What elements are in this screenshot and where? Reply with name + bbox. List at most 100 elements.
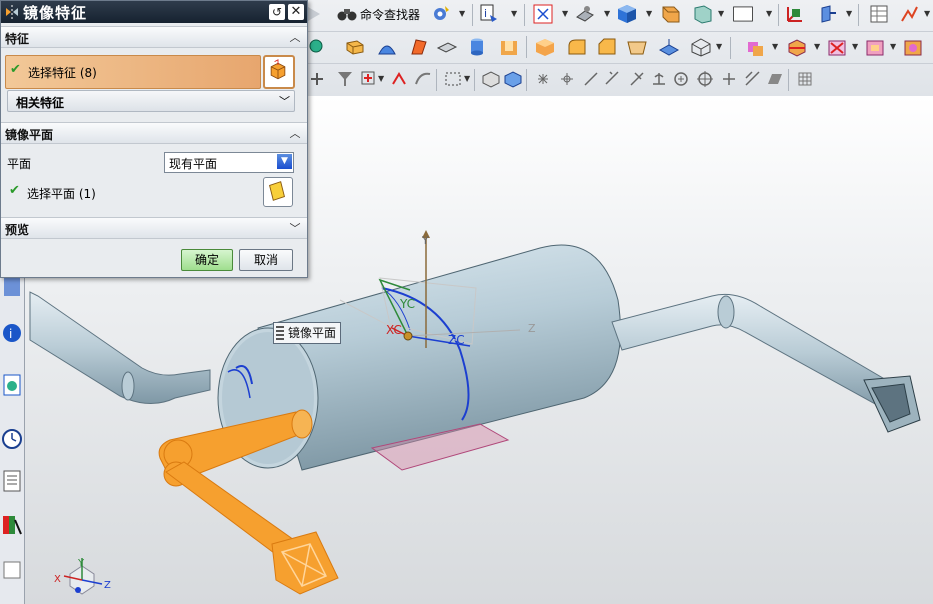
chevron-down-icon[interactable]: ▼ — [924, 3, 930, 25]
emboss-icon[interactable] — [864, 36, 886, 58]
chevron-down-icon[interactable]: ﹀ — [288, 220, 302, 235]
shell-icon[interactable] — [498, 36, 520, 58]
block-icon[interactable] — [534, 36, 556, 58]
fit-view-icon[interactable] — [532, 3, 554, 25]
plane-select[interactable]: 现有平面 ▼ — [164, 152, 294, 173]
dialog-titlebar[interactable]: 镜像特征 ↺ ✕ — [1, 1, 307, 23]
role-icon[interactable] — [1, 512, 23, 538]
analysis-icon[interactable] — [898, 3, 920, 25]
chevron-down-icon[interactable]: ▼ — [378, 68, 384, 90]
wireframe-body-icon[interactable] — [480, 68, 502, 90]
extrude-icon[interactable] — [344, 36, 366, 58]
select-feature-button[interactable] — [263, 55, 295, 89]
chevron-down-icon[interactable]: ▼ — [766, 3, 772, 25]
chevron-down-icon[interactable]: ▼ — [562, 3, 568, 25]
rectangle-select-icon[interactable] — [442, 68, 464, 90]
web-browser-icon[interactable]: i — [1, 320, 23, 346]
snap-endpoint-icon[interactable] — [532, 68, 554, 90]
related-features-subsection[interactable]: 相关特征 ﹀ — [7, 90, 295, 112]
spreadsheet-icon[interactable] — [868, 3, 890, 25]
move-object-icon[interactable] — [816, 3, 838, 25]
wrap-icon[interactable] — [902, 36, 924, 58]
partial-icon[interactable] — [1, 276, 23, 302]
unite-icon[interactable] — [744, 36, 766, 58]
chevron-down-icon[interactable]: ▼ — [716, 36, 722, 58]
revolve-icon[interactable] — [376, 36, 398, 58]
snap-control-icon[interactable] — [556, 68, 578, 90]
chevron-down-icon[interactable]: ▼ — [511, 3, 517, 25]
draft-icon[interactable] — [626, 36, 648, 58]
chevron-down-icon[interactable]: ▼ — [277, 154, 292, 169]
chevron-down-icon[interactable]: ▼ — [459, 3, 465, 25]
render-style-icon[interactable] — [574, 3, 596, 25]
chevron-down-icon[interactable]: ▼ — [718, 3, 724, 25]
checkmark-icon: ✔ — [9, 183, 20, 198]
preview-section-header[interactable]: 预览 ﹀ — [1, 217, 307, 239]
snap-intersection-icon[interactable] — [602, 68, 624, 90]
chamfer-icon[interactable] — [596, 36, 618, 58]
snap-midpoint-icon[interactable] — [580, 68, 602, 90]
sweep-icon[interactable] — [408, 36, 430, 58]
solid-body-icon[interactable] — [502, 68, 524, 90]
snap-center-icon[interactable] — [670, 68, 692, 90]
inlet-pipe[interactable] — [29, 291, 211, 404]
history-palette-icon[interactable] — [1, 372, 23, 398]
ok-button[interactable]: 确定 — [181, 249, 233, 271]
shaded-cube-icon[interactable] — [616, 3, 638, 25]
layer-icon[interactable] — [692, 3, 714, 25]
pattern-icon[interactable] — [690, 36, 712, 58]
cylinder-icon[interactable] — [466, 36, 488, 58]
select-plane-button[interactable] — [263, 177, 293, 207]
edge-blend-icon[interactable] — [566, 36, 588, 58]
offset-face-icon[interactable] — [658, 36, 680, 58]
selection-filter-icon[interactable] — [334, 68, 356, 90]
chevron-down-icon[interactable]: ▼ — [890, 36, 896, 58]
chevron-down-icon[interactable]: ▼ — [814, 36, 820, 58]
split-body-icon[interactable] — [826, 36, 848, 58]
chevron-down-icon[interactable]: ▼ — [772, 36, 778, 58]
y-axis-label: Y — [421, 234, 429, 247]
trim-body-icon[interactable] — [786, 36, 808, 58]
snap-on-surface-icon[interactable] — [764, 68, 786, 90]
select-point-icon[interactable] — [358, 68, 380, 90]
chevron-down-icon[interactable]: ﹀ — [279, 93, 290, 109]
grid-icon[interactable] — [794, 68, 816, 90]
quick-pick-icon[interactable] — [388, 68, 410, 90]
sketch-icon[interactable] — [306, 36, 328, 58]
wcs-icon[interactable] — [784, 3, 806, 25]
settings-help-icon[interactable] — [430, 3, 452, 25]
snap-tangent-icon[interactable] — [626, 68, 648, 90]
chevron-down-icon[interactable]: ▼ — [646, 3, 652, 25]
thicken-icon[interactable] — [436, 36, 458, 58]
chevron-up-icon[interactable]: ︿ — [288, 125, 302, 140]
snap-perpendicular-icon[interactable] — [648, 68, 670, 90]
chevron-down-icon[interactable]: ▼ — [464, 68, 470, 90]
color-box-icon[interactable] — [732, 3, 760, 25]
chevron-down-icon[interactable]: ▼ — [846, 3, 852, 25]
command-finder-label[interactable]: 命令查找器 — [360, 6, 420, 23]
palette-icon[interactable] — [1, 558, 23, 584]
snap-on-curve-icon[interactable] — [742, 68, 764, 90]
preview-section-title: 预览 — [5, 223, 30, 237]
snap-quadrant-icon[interactable] — [694, 68, 716, 90]
clock-icon[interactable] — [1, 426, 23, 452]
select-feature-row[interactable]: ✔ 选择特征 (8) — [5, 55, 261, 89]
orient-view-icon[interactable] — [660, 3, 682, 25]
chevron-down-icon[interactable]: ▼ — [852, 36, 858, 58]
system-materials-icon[interactable] — [1, 468, 23, 494]
mirror-plane-section-header[interactable]: 镜像平面 ︿ — [1, 122, 307, 144]
cancel-button[interactable]: 取消 — [239, 249, 293, 271]
chevron-down-icon[interactable]: ▼ — [604, 3, 610, 25]
snap-existing-point-icon[interactable] — [718, 68, 740, 90]
separator — [778, 4, 779, 26]
binoculars-icon[interactable] — [336, 3, 358, 25]
reset-icon[interactable]: ↺ — [269, 4, 285, 20]
snap-point-icon[interactable] — [306, 68, 328, 90]
features-section-header[interactable]: 特征 ︿ — [1, 26, 307, 48]
close-icon[interactable]: ✕ — [288, 4, 304, 20]
chevron-up-icon[interactable]: ︿ — [288, 29, 302, 44]
info-icon[interactable]: i — [478, 3, 500, 25]
dialog-title: 镜像特征 — [23, 4, 88, 22]
curve-rule-icon[interactable] — [412, 68, 434, 90]
outlet-pipe[interactable] — [611, 293, 921, 433]
